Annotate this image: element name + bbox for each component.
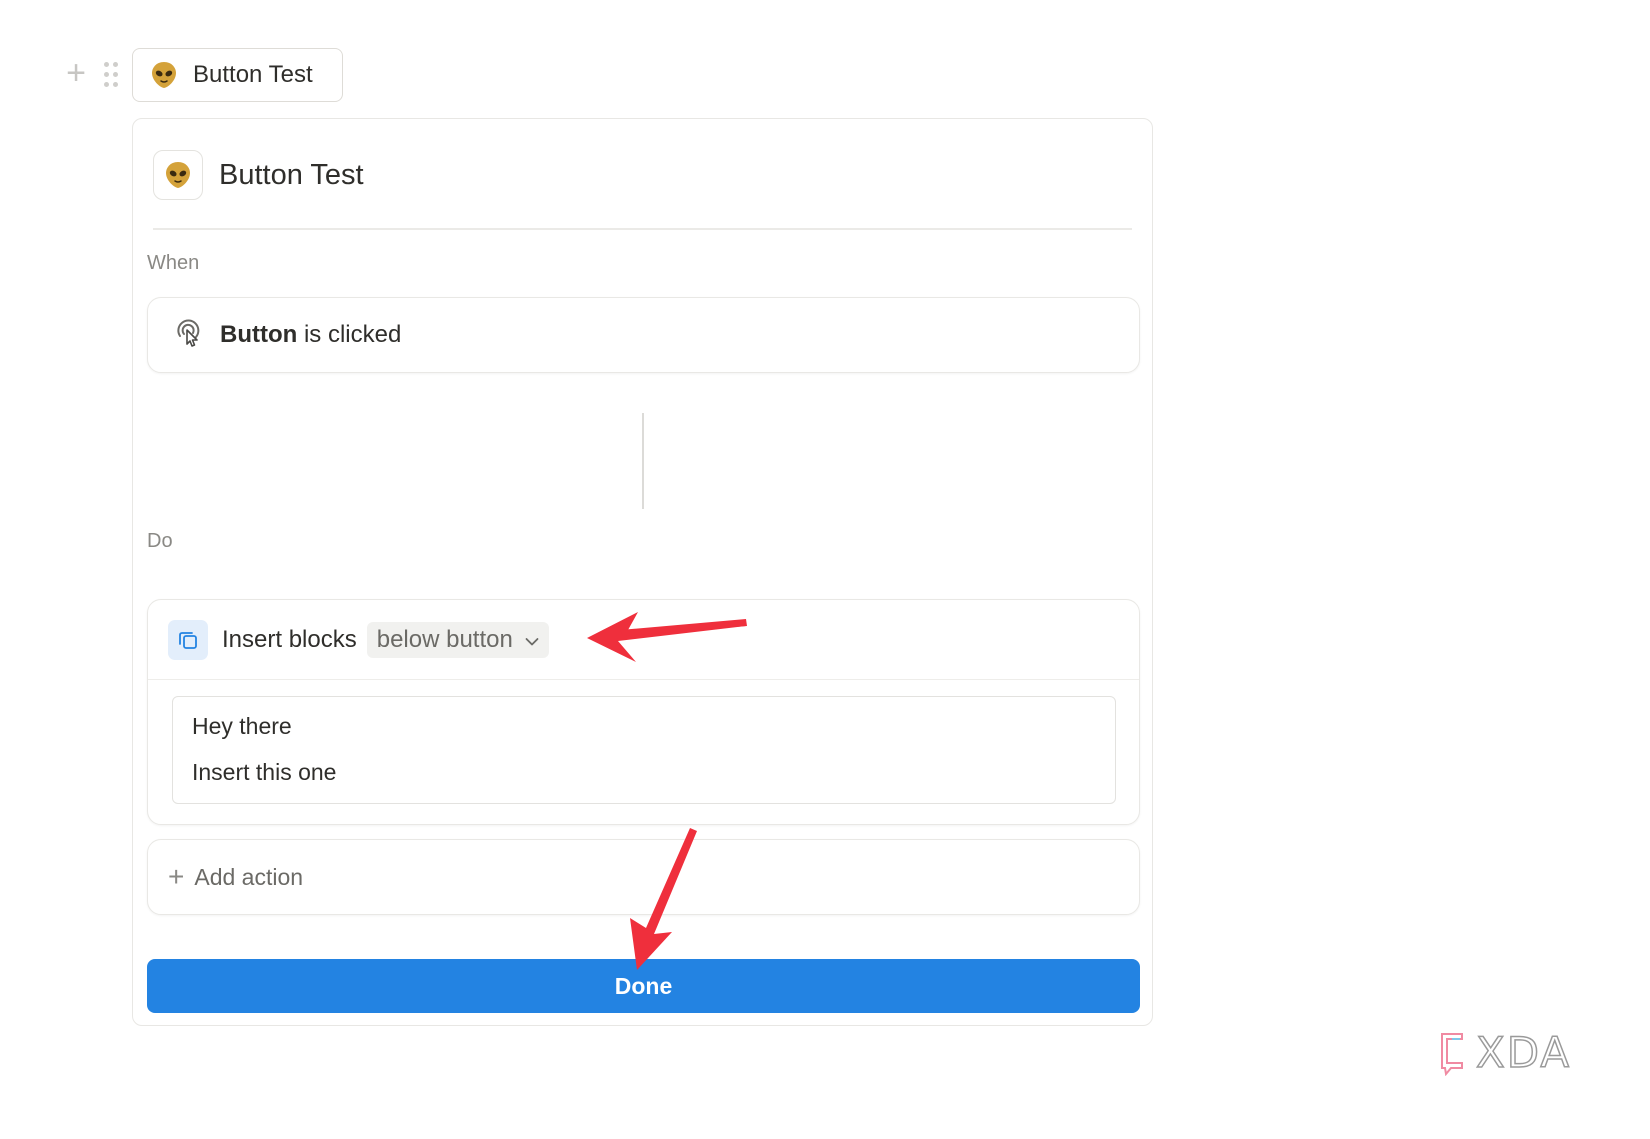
position-value: below button bbox=[376, 625, 513, 653]
alien-emoji-icon bbox=[151, 61, 177, 89]
button-name-input[interactable]: Button Test bbox=[219, 159, 364, 192]
editor-title-row: Button Test bbox=[153, 149, 1132, 201]
do-label: Do bbox=[147, 530, 173, 552]
drag-handle-icon[interactable] bbox=[104, 62, 120, 88]
action-card: Insert blocks below button Hey there Ins… bbox=[147, 599, 1140, 825]
title-emoji-picker[interactable] bbox=[153, 150, 203, 200]
done-button[interactable]: Done bbox=[147, 959, 1140, 1013]
alien-emoji-icon bbox=[165, 161, 191, 189]
plus-icon: + bbox=[168, 861, 185, 892]
add-action-button[interactable]: + Add action bbox=[147, 839, 1140, 915]
action-header[interactable]: Insert blocks below button bbox=[148, 600, 1139, 680]
button-block-label: Button Test bbox=[193, 61, 313, 88]
block-line[interactable]: Insert this one bbox=[192, 759, 336, 786]
trigger-card[interactable]: Button is clicked bbox=[147, 297, 1140, 373]
block-line[interactable]: Hey there bbox=[192, 713, 292, 740]
trigger-rest: is clicked bbox=[297, 321, 402, 348]
trigger-text: Button is clicked bbox=[220, 321, 401, 349]
chevron-down-icon bbox=[525, 626, 539, 654]
copy-icon bbox=[168, 619, 208, 660]
when-label: When bbox=[147, 252, 200, 274]
action-name: Insert blocks bbox=[222, 625, 357, 653]
position-dropdown[interactable]: below button bbox=[366, 621, 549, 658]
cursor-click-icon bbox=[174, 318, 204, 353]
watermark-text: XDA bbox=[1475, 1028, 1572, 1077]
flow-connector bbox=[642, 413, 644, 509]
add-action-label: Add action bbox=[194, 863, 304, 890]
blocks-editor[interactable]: Hey there Insert this one bbox=[172, 696, 1116, 804]
page: + Button Test Button Test When Button is… bbox=[0, 0, 1650, 1139]
divider bbox=[153, 228, 1132, 230]
xda-logo: XDA bbox=[1436, 1028, 1596, 1078]
add-block-icon[interactable]: + bbox=[62, 56, 90, 90]
button-editor-panel: Button Test When Button is clicked Do In… bbox=[132, 118, 1153, 1026]
button-block[interactable]: Button Test bbox=[132, 48, 343, 102]
trigger-bold: Button bbox=[220, 321, 298, 348]
xda-bracket-icon bbox=[1441, 1033, 1463, 1076]
